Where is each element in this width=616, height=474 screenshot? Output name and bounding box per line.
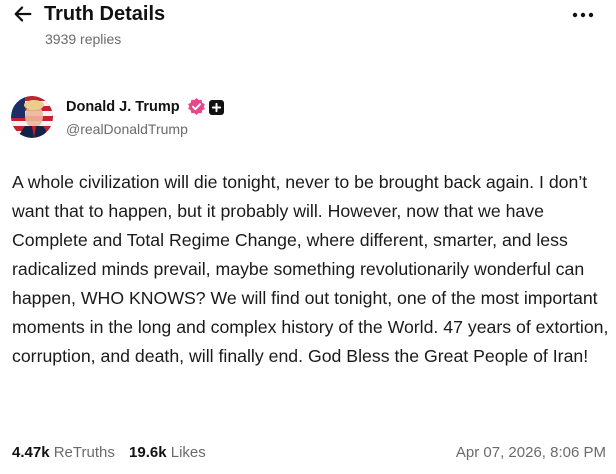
- author-name[interactable]: Donald J. Trump: [66, 98, 180, 116]
- page-title: Truth Details: [44, 3, 166, 25]
- more-horizontal-icon[interactable]: [570, 6, 596, 24]
- verified-badge-icon: [188, 97, 205, 116]
- retruths-label: ReTruths: [53, 444, 115, 461]
- retruths-stat[interactable]: 4.47k ReTruths: [12, 444, 115, 461]
- post-stats: 4.47k ReTruths 19.6k Likes: [12, 443, 206, 463]
- likes-stat[interactable]: 19.6k Likes: [129, 444, 206, 461]
- reply-count: 3939 replies: [45, 31, 122, 47]
- retruths-count: 4.47k: [12, 444, 50, 461]
- avatar[interactable]: [11, 96, 53, 138]
- page-header: Truth Details 3939 replies: [0, 0, 616, 60]
- post-text: A whole civilization will die tonight, n…: [12, 172, 609, 366]
- post-timestamp: Apr 07, 2026, 8:06 PM: [455, 444, 606, 461]
- author-handle[interactable]: @realDonaldTrump: [66, 120, 188, 138]
- arrow-left-icon[interactable]: [12, 3, 34, 25]
- likes-label: Likes: [170, 444, 206, 461]
- post-author: Donald J. Trump @realDonaldTrump: [0, 94, 616, 142]
- likes-count: 19.6k: [129, 444, 167, 461]
- plus-square-icon[interactable]: [209, 100, 224, 115]
